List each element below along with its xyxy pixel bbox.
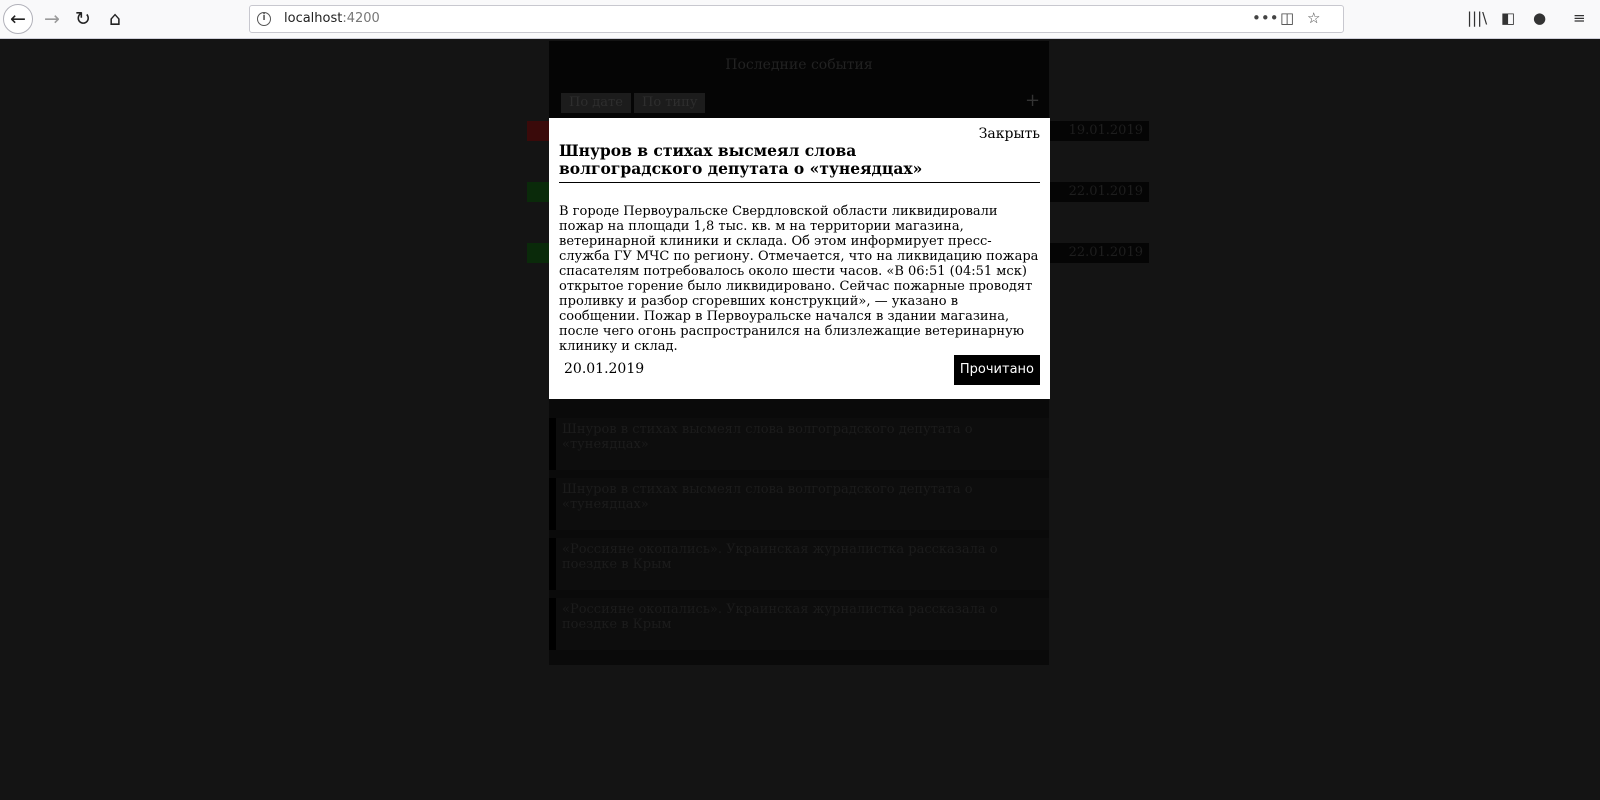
panel-title: Последние события: [725, 57, 873, 73]
reload-icon[interactable]: ↻: [68, 4, 98, 34]
event-marker: [527, 182, 549, 202]
modal-body-text: В городе Первоуральске Свердловской обла…: [559, 204, 1039, 354]
home-icon[interactable]: ⌂: [100, 4, 130, 34]
event-date: 22.01.2019: [1049, 182, 1149, 202]
url-host: localhost: [284, 11, 343, 26]
info-icon[interactable]: i: [257, 12, 271, 26]
mark-read-button[interactable]: Прочитано: [953, 355, 1040, 385]
event-marker: [527, 243, 549, 263]
back-arrow-icon[interactable]: ←: [3, 4, 33, 34]
sort-by-type-button[interactable]: По типу: [634, 93, 706, 113]
news-item[interactable]: «Россияне окопались». Украинская журнали…: [549, 598, 1049, 650]
news-item[interactable]: «Россияне окопались». Украинская журнали…: [549, 538, 1049, 590]
pocket-icon[interactable]: ◫: [1280, 9, 1294, 27]
news-modal: Закрыть Шнуров в стихах высмеял слова во…: [549, 118, 1050, 399]
page-actions-icon[interactable]: •••: [1252, 9, 1279, 27]
event-date: 19.01.2019: [1049, 121, 1149, 141]
browser-toolbar: ← → ↻ ⌂ i localhost:4200 ••• ◫ ☆ |||\ ◧ …: [0, 0, 1600, 39]
modal-date: 20.01.2019: [564, 361, 645, 377]
news-list: Шнуров в стихах высмеял слова волгоградс…: [549, 418, 1049, 658]
sort-by-date-button[interactable]: По дате: [561, 93, 631, 113]
url-text[interactable]: localhost:4200: [284, 11, 380, 26]
event-date: 22.01.2019: [1049, 243, 1149, 263]
address-bar[interactable]: i localhost:4200 ••• ◫ ☆: [249, 5, 1344, 33]
news-item[interactable]: Шнуров в стихах высмеял слова волгоградс…: [549, 418, 1049, 470]
title-divider: [559, 182, 1040, 183]
menu-icon[interactable]: ≡: [1573, 9, 1586, 27]
bookmark-star-icon[interactable]: ☆: [1307, 9, 1320, 27]
library-icon[interactable]: |||\: [1467, 9, 1487, 27]
event-marker: [527, 121, 549, 141]
account-icon[interactable]: ●: [1533, 9, 1546, 27]
forward-arrow-icon[interactable]: →: [37, 4, 67, 34]
modal-title: Шнуров в стихах высмеял слова волгоградс…: [559, 141, 923, 178]
url-port: :4200: [342, 11, 380, 26]
add-event-button[interactable]: +: [1025, 90, 1040, 111]
sidebar-icon[interactable]: ◧: [1501, 9, 1515, 27]
close-button[interactable]: Закрыть: [979, 126, 1040, 142]
news-item[interactable]: Шнуров в стихах высмеял слова волгоградс…: [549, 478, 1049, 530]
